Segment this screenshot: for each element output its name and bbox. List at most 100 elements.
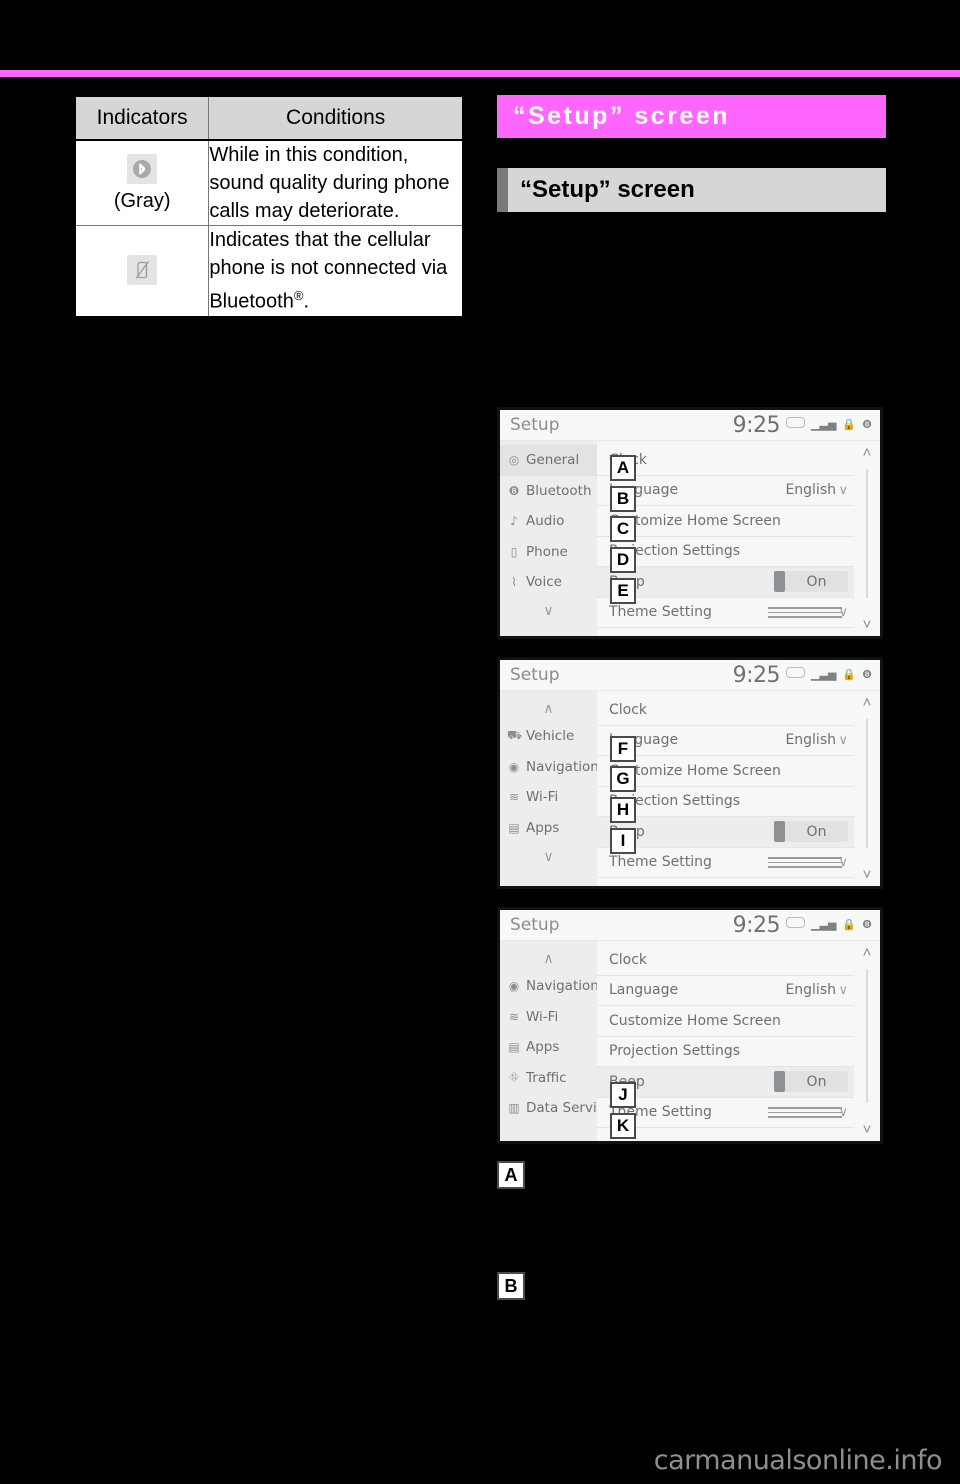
chevron-down-icon[interactable]: ∨ [838,1105,848,1120]
watermark: carmanualsonline.info [653,1445,943,1476]
callout-d: D [610,547,636,573]
device-sidebar: ∧ ◉ Navigation ≋ Wi-Fi ▤ Apps ⛗ Traffic … [500,941,619,1141]
chapter-header: “Setup” screen [497,95,886,138]
setting-row-projection-settings[interactable]: Projection Settings [597,1037,854,1067]
column-header-indicators: Indicators [74,95,210,141]
device-settings-list: Clock Language English ∨ Customize Home … [597,691,880,886]
chevron-down-icon[interactable]: ∨ [838,605,848,620]
chevron-down-icon[interactable]: ∨ [838,733,848,748]
bluetooth-icon: ❽ [862,668,872,681]
sidebar-scroll-up-icon[interactable]: ∧ [500,945,597,971]
sidebar-scroll-down-icon[interactable]: ∨ [500,843,597,869]
sidebar-item-label: Wi-Fi [526,1008,559,1025]
traffic-icon: ⛗ [509,1070,519,1085]
chevron-down-icon[interactable]: ∨ [838,855,848,870]
condition-text-post: . [303,290,310,313]
callout-g: G [610,766,636,792]
bluetooth-icon: ❽ [862,418,872,431]
callout-k: K [610,1113,636,1139]
setting-label: Customize Home Screen [609,762,781,779]
sidebar-scroll-up-icon[interactable]: ∧ [500,695,597,721]
sidebar-item-label: Apps [526,1039,560,1056]
indicators-table: Indicators Conditions (Gray) While in th… [74,95,464,318]
indicator-cell-bluetooth-gray: (Gray) [74,139,210,226]
sidebar-item-apps[interactable]: ▤ Apps [500,1032,597,1063]
sidebar-item-traffic[interactable]: ⛗ Traffic [500,1063,597,1094]
setting-row-clock[interactable]: Clock [597,695,854,726]
signal-icon: ▁▃▅ [811,418,837,431]
setting-row-language[interactable]: Language English ∨ [597,976,854,1006]
setup-screen-screenshot-1: Setup 9:25 ▁▃▅ 🔒 ❽ ◎ General ❽ Bluetooth… [497,407,883,639]
phone-disconnected-icon [127,255,158,286]
toggle-knob [774,571,785,593]
sidebar-scroll-down-icon[interactable]: ∨ [500,598,597,624]
theme-level-indicator-icon [768,1107,842,1118]
sidebar-item-label: Navigation [526,758,599,775]
apps-icon: ▤ [508,1040,520,1055]
scroll-down-icon[interactable]: ˅ [863,1122,872,1137]
legend-marker-b: B [497,1272,525,1300]
device-clock: 9:25 [732,412,781,438]
voice-icon: ⌇ [511,575,517,590]
pill-icon [786,666,806,678]
setup-screen-screenshot-2: Setup 9:25 ▁▃▅ 🔒 ❽ ∧ ⛟ Vehicle ◉ Navigat… [497,657,883,889]
sidebar-item-navigation[interactable]: ◉ Navigation [500,971,599,1002]
sidebar-item-bluetooth[interactable]: ❽ Bluetooth [500,476,597,507]
chevron-down-icon[interactable]: ∨ [838,483,848,498]
sidebar-item-data-services[interactable]: ▥ Data Services [500,1093,619,1124]
scroll-up-icon[interactable]: ˄ [863,945,872,960]
chapter-title: “Setup” screen [513,102,731,130]
list-scroll-controls: ˄ ˅ [854,941,880,1141]
table-header-row: Indicators Conditions [74,95,464,141]
scroll-up-icon[interactable]: ˄ [863,445,872,460]
indicator-cell-phone-disconnected [74,224,210,318]
sidebar-item-general[interactable]: ◎ General [500,445,597,476]
list-scroll-controls: ˄ ˅ [854,691,880,886]
sidebar-item-label: Vehicle [526,728,575,745]
device-screen-title: Setup [510,665,560,685]
device-clock: 9:25 [732,912,781,938]
sidebar-item-label: Bluetooth [526,482,592,499]
sidebar-item-label: General [526,452,580,469]
device-body: ∧ ◉ Navigation ≋ Wi-Fi ▤ Apps ⛗ Traffic … [500,941,880,1141]
setting-row-customize-home-screen[interactable]: Customize Home Screen [597,1006,854,1037]
setting-row-clock[interactable]: Clock [597,945,854,976]
table-row: (Gray) While in this condition, sound qu… [74,139,464,226]
setting-label: Projection Settings [609,543,741,560]
sidebar-item-wifi[interactable]: ≋ Wi-Fi [500,1002,597,1033]
lock-icon: 🔒 [842,418,857,431]
sidebar-item-vehicle[interactable]: ⛟ Vehicle [500,721,597,752]
bluetooth-gray-icon [127,153,158,184]
setting-label: Theme Setting [609,604,712,621]
wifi-icon: ≋ [508,790,520,805]
theme-level-indicator-icon [768,857,842,868]
beep-toggle[interactable]: On [774,571,848,593]
theme-level-indicator-icon [768,607,842,618]
sidebar-item-phone[interactable]: ▯ Phone [500,537,597,568]
setting-label: Customize Home Screen [609,1012,781,1029]
beep-toggle[interactable]: On [774,1071,848,1093]
device-settings-list: Clock Language English ∨ Customize Home … [597,941,880,1141]
scroll-down-icon[interactable]: ˅ [863,867,872,882]
condition-cell-not-connected: Indicates that the cellular phone is not… [208,224,464,318]
chevron-down-icon[interactable]: ∨ [838,983,848,998]
device-status-bar: Setup 9:25 ▁▃▅ 🔒 ❽ [500,910,880,941]
callout-e: E [610,578,636,604]
sidebar-item-label: Apps [526,819,560,836]
sidebar-item-voice[interactable]: ⌇ Voice [500,567,597,598]
sidebar-item-apps[interactable]: ▤ Apps [500,813,597,844]
device-sidebar: ∧ ⛟ Vehicle ◉ Navigation ≋ Wi-Fi ▤ Apps … [500,691,599,886]
lock-icon: 🔒 [842,668,857,681]
scroll-up-icon[interactable]: ˄ [863,695,872,710]
top-divider-rule [0,70,960,77]
callout-h: H [610,797,636,823]
sidebar-item-wifi[interactable]: ≋ Wi-Fi [500,782,597,813]
registered-trademark-symbol: ® [293,288,304,303]
device-body: ∧ ⛟ Vehicle ◉ Navigation ≋ Wi-Fi ▤ Apps … [500,691,880,886]
scroll-down-icon[interactable]: ˅ [863,617,872,632]
beep-toggle[interactable]: On [774,821,848,843]
gear-icon: ◎ [508,453,520,468]
sidebar-item-audio[interactable]: ♪ Audio [500,506,597,537]
status-icon-group: 9:25 ▁▃▅ 🔒 ❽ [733,910,872,940]
sidebar-item-navigation[interactable]: ◉ Navigation [500,752,599,783]
